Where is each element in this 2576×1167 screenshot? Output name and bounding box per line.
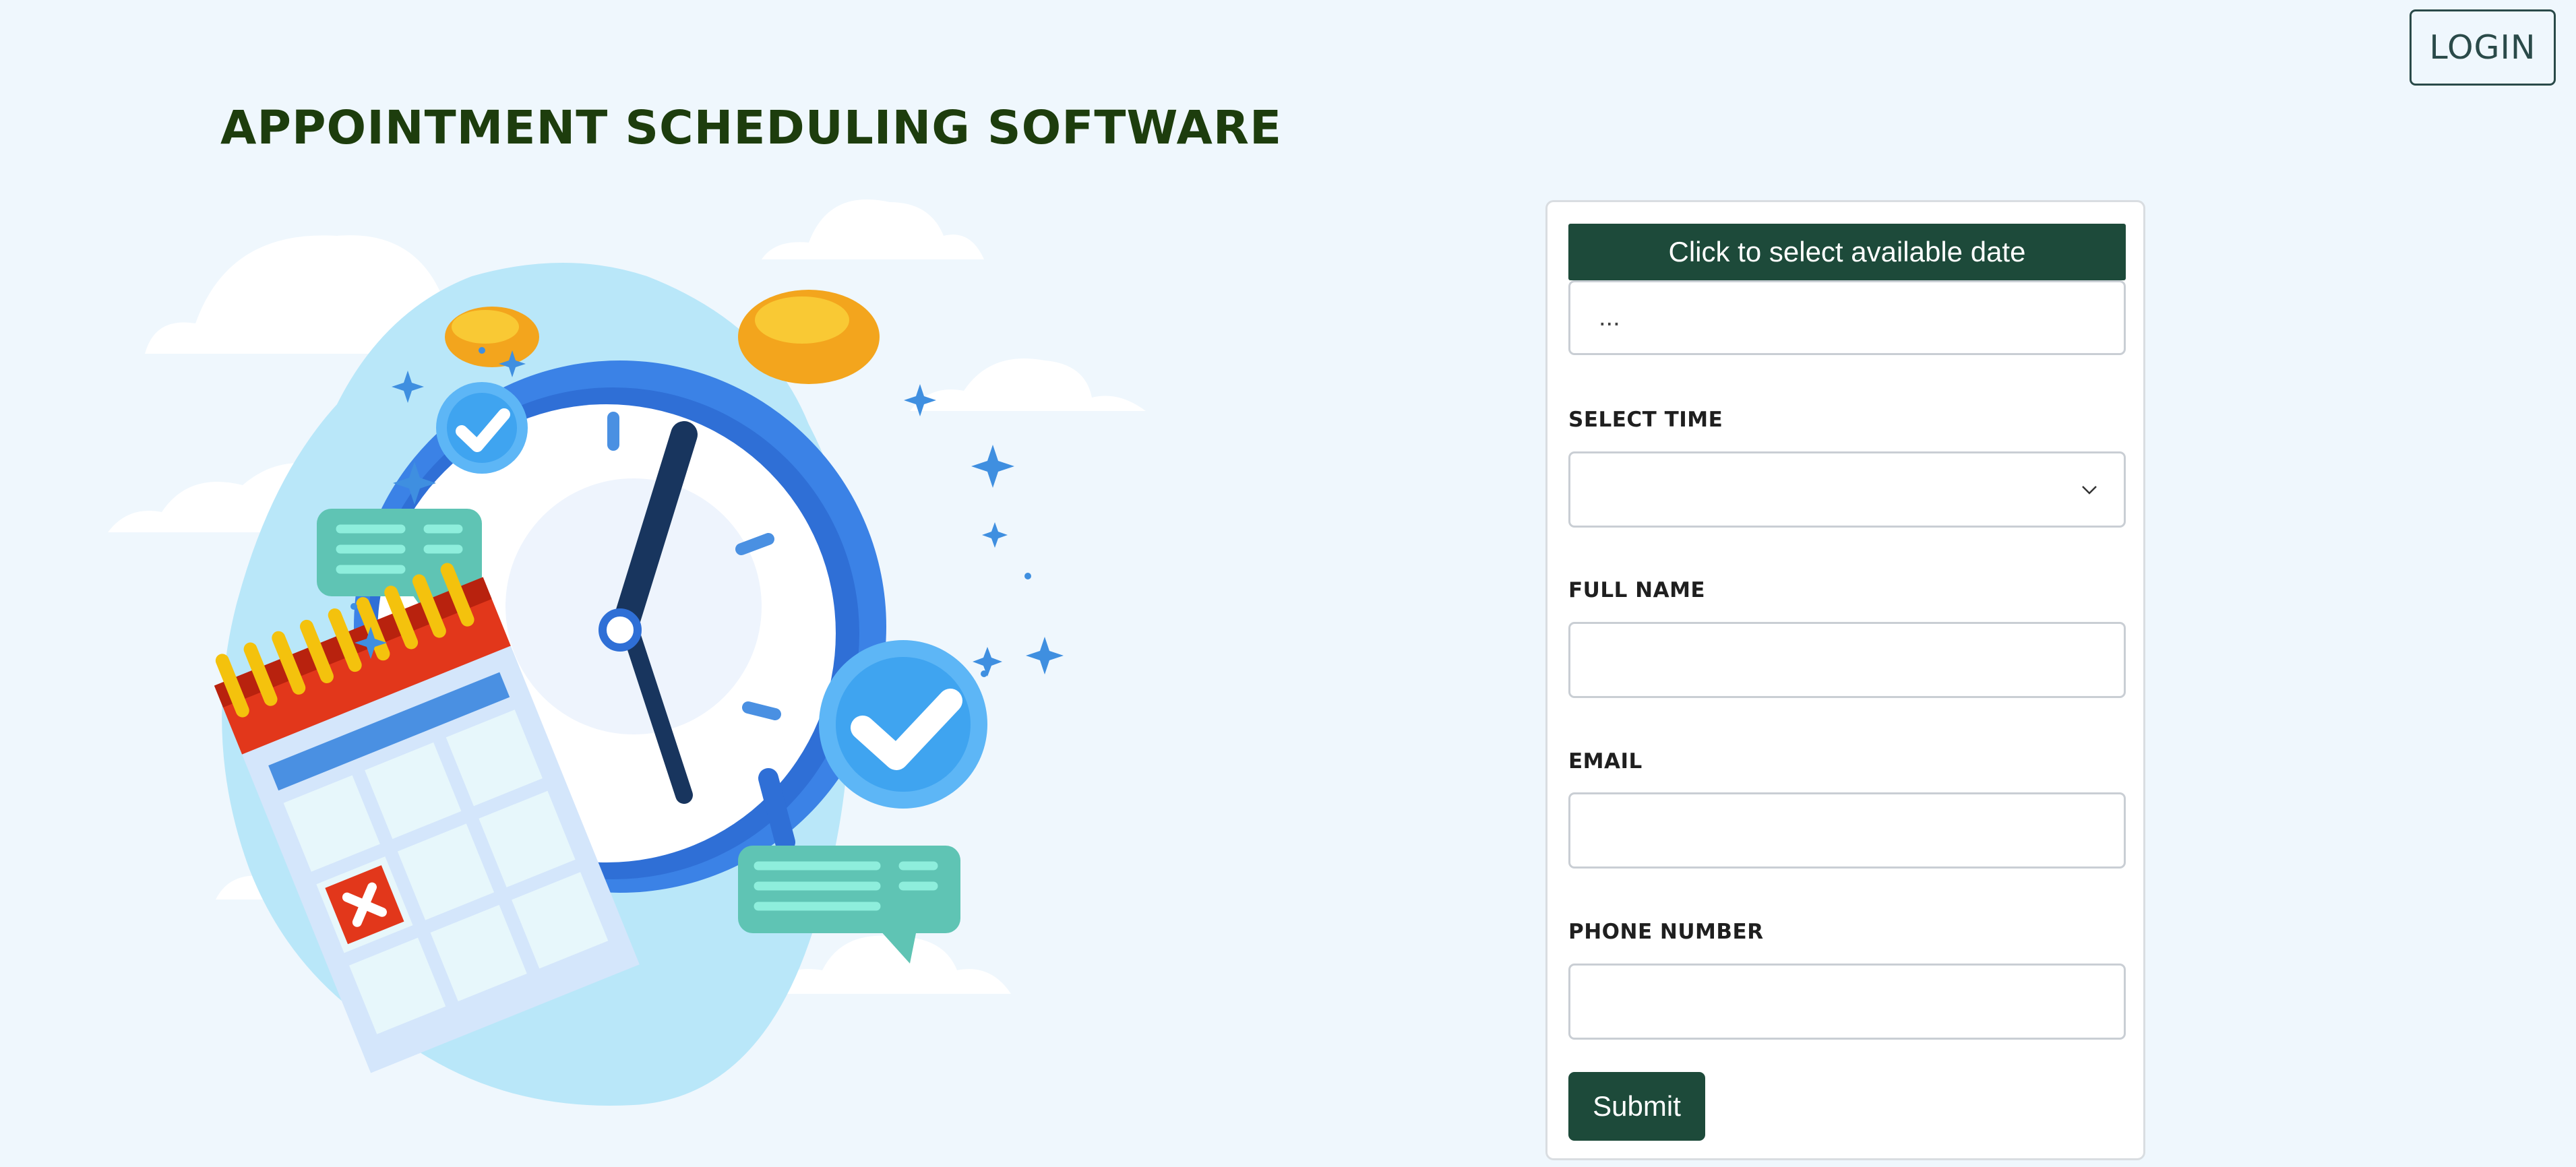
- full-name-input[interactable]: [1568, 622, 2126, 698]
- full-name-label: FULL NAME: [1568, 578, 1706, 602]
- login-button[interactable]: LOGIN: [2410, 9, 2556, 86]
- chevron-down-icon: [2082, 485, 2097, 495]
- hero-illustration: [94, 189, 1173, 1145]
- select-date-button[interactable]: Click to select available date: [1568, 224, 2126, 280]
- email-input[interactable]: [1568, 792, 2126, 869]
- check-icon: [819, 640, 987, 809]
- date-display-field[interactable]: ...: [1568, 280, 2126, 355]
- appointment-form: Click to select available date ... SELEC…: [1545, 200, 2145, 1160]
- select-time-label: SELECT TIME: [1568, 408, 1723, 432]
- email-label: EMAIL: [1568, 749, 1643, 774]
- phone-number-input[interactable]: [1568, 964, 2126, 1040]
- phone-number-label: PHONE NUMBER: [1568, 920, 1764, 944]
- page-title: APPOINTMENT SCHEDULING SOFTWARE: [220, 101, 1283, 155]
- submit-button[interactable]: Submit: [1568, 1072, 1705, 1141]
- check-icon: [436, 382, 528, 474]
- time-select[interactable]: [1568, 451, 2126, 528]
